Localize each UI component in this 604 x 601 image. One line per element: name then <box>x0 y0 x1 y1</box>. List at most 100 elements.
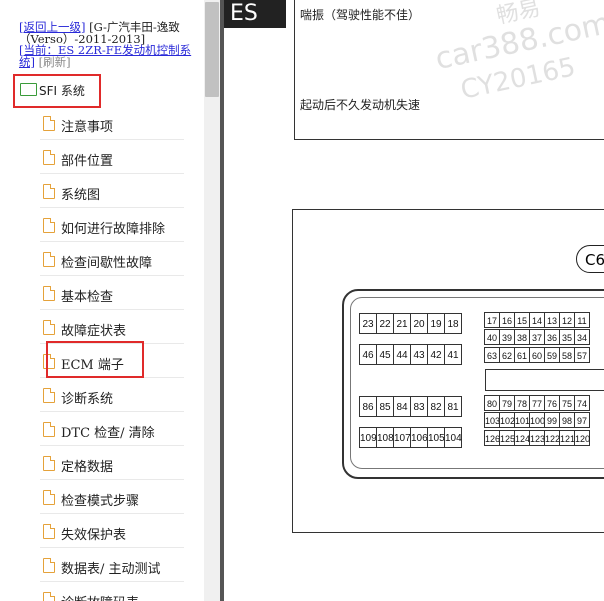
section-tab: ES <box>224 0 286 28</box>
tree-item[interactable]: 如何进行故障排除 <box>0 208 204 242</box>
tree-item-label: 系统图 <box>61 188 101 203</box>
symptom-row-1: 喘振（驾驶性能不佳） <box>300 8 421 22</box>
pin: 82 <box>427 396 445 417</box>
pin: 60 <box>529 347 545 363</box>
document-icon <box>43 252 55 267</box>
pin: 46 <box>359 344 377 365</box>
pin: 57 <box>574 347 590 363</box>
pin: 121 <box>559 430 575 446</box>
pin-row-j: 126 125 124 123 122 121 120 <box>484 430 590 446</box>
pin: 61 <box>514 347 530 363</box>
pin-row-h: 80 79 78 77 76 75 74 <box>484 395 590 411</box>
tree-item-label: 诊断故障码表 <box>61 592 139 601</box>
tree-item[interactable]: 诊断故障码表 <box>0 582 204 601</box>
tree-item[interactable]: 故障症状表 <box>0 310 204 344</box>
pin: 104 <box>444 427 462 448</box>
document-icon <box>43 320 55 335</box>
pin: 37 <box>529 329 545 345</box>
pin: 17 <box>484 312 500 328</box>
tree-item[interactable]: 注意事项 <box>0 106 204 140</box>
tree-item-label: 数据表/ 主动测试 <box>61 562 161 577</box>
pin: 100 <box>529 412 545 428</box>
document-icon <box>43 422 55 437</box>
connector-label: C6 <box>576 245 604 273</box>
pin-row-d: 40 39 38 37 36 35 34 <box>484 329 590 345</box>
pin: 16 <box>499 312 515 328</box>
tree-item[interactable]: 诊断系统 <box>0 378 204 412</box>
tree-item[interactable]: 基本检查 <box>0 276 204 310</box>
pin: 75 <box>559 395 575 411</box>
tree-item-label: 如何进行故障排除 <box>61 222 166 237</box>
document-icon <box>43 218 55 233</box>
tree-item[interactable]: DTC 检查/ 清除 <box>0 412 204 446</box>
pin: 125 <box>499 430 515 446</box>
pin: 107 <box>393 427 411 448</box>
pin: 123 <box>529 430 545 446</box>
document-icon <box>43 286 55 301</box>
pin: 45 <box>376 344 394 365</box>
pin: 13 <box>544 312 560 328</box>
tree-item-label: 定格数据 <box>61 460 114 475</box>
symptom-row-2: 起动后不久发动机失速 <box>300 98 421 112</box>
document-icon <box>43 388 55 403</box>
document-pane: ES 喘振（驾驶性能不佳） 起动后不久发动机失速 畅易 car388.com C… <box>224 0 604 601</box>
breadcrumb: [返回上一级] [G-广汽丰田-逸致（Verso）-2011-2013] [当前… <box>19 21 204 69</box>
document-icon <box>43 116 55 131</box>
pin: 85 <box>376 396 394 417</box>
pin: 122 <box>544 430 560 446</box>
pin: 79 <box>499 395 515 411</box>
tree-item-label: 失效保护表 <box>61 528 127 543</box>
pin: 12 <box>559 312 575 328</box>
pin-row-f: 86 85 84 83 82 81 <box>359 396 462 417</box>
pin: 11 <box>574 312 590 328</box>
pin: 21 <box>393 313 411 334</box>
tree-item[interactable]: 部件位置 <box>0 140 204 174</box>
tree-item[interactable]: 检查间歇性故障 <box>0 242 204 276</box>
pin: 15 <box>514 312 530 328</box>
highlight-box-ecm <box>46 341 144 378</box>
pin: 43 <box>410 344 428 365</box>
refresh-link[interactable]: [刷新] <box>39 55 71 69</box>
pin: 39 <box>499 329 515 345</box>
pin: 81 <box>444 396 462 417</box>
pin: 126 <box>484 430 500 446</box>
pin: 102 <box>499 412 515 428</box>
pin-row-c: 17 16 15 14 13 12 11 <box>484 312 590 328</box>
pin: 14 <box>529 312 545 328</box>
tree-item[interactable]: 失效保护表 <box>0 514 204 548</box>
pin: 98 <box>559 412 575 428</box>
tree-item[interactable]: 检查模式步骤 <box>0 480 204 514</box>
pin-row-b: 46 45 44 43 42 41 <box>359 344 462 365</box>
pin: 63 <box>484 347 500 363</box>
pin: 77 <box>529 395 545 411</box>
highlight-box-root <box>13 74 101 108</box>
tree-item-label: 基本检查 <box>61 290 114 305</box>
pin: 44 <box>393 344 411 365</box>
pin: 120 <box>574 430 590 446</box>
pin-row-g: 109 108 107 106 105 104 <box>359 427 462 448</box>
pin: 105 <box>427 427 445 448</box>
document-icon <box>43 184 55 199</box>
pin: 59 <box>544 347 560 363</box>
document-icon <box>43 558 55 573</box>
tree-item[interactable]: 系统图 <box>0 174 204 208</box>
tree-item[interactable]: 数据表/ 主动测试 <box>0 548 204 582</box>
pin: 86 <box>359 396 377 417</box>
sidebar: [返回上一级] [G-广汽丰田-逸致（Verso）-2011-2013] [当前… <box>0 0 204 601</box>
pin: 109 <box>359 427 377 448</box>
pin: 62 <box>499 347 515 363</box>
pin: 78 <box>514 395 530 411</box>
document-icon <box>43 592 55 601</box>
tree-item-label: 注意事项 <box>61 120 114 135</box>
tree-item-label: 检查间歇性故障 <box>61 256 153 271</box>
pin: 40 <box>484 329 500 345</box>
pin: 41 <box>444 344 462 365</box>
pin: 76 <box>544 395 560 411</box>
document-icon <box>43 150 55 165</box>
pin: 103 <box>484 412 500 428</box>
pin: 34 <box>574 329 590 345</box>
tree-item[interactable]: 定格数据 <box>0 446 204 480</box>
pin: 42 <box>427 344 445 365</box>
scrollbar-thumb[interactable] <box>205 2 219 97</box>
pin: 84 <box>393 396 411 417</box>
